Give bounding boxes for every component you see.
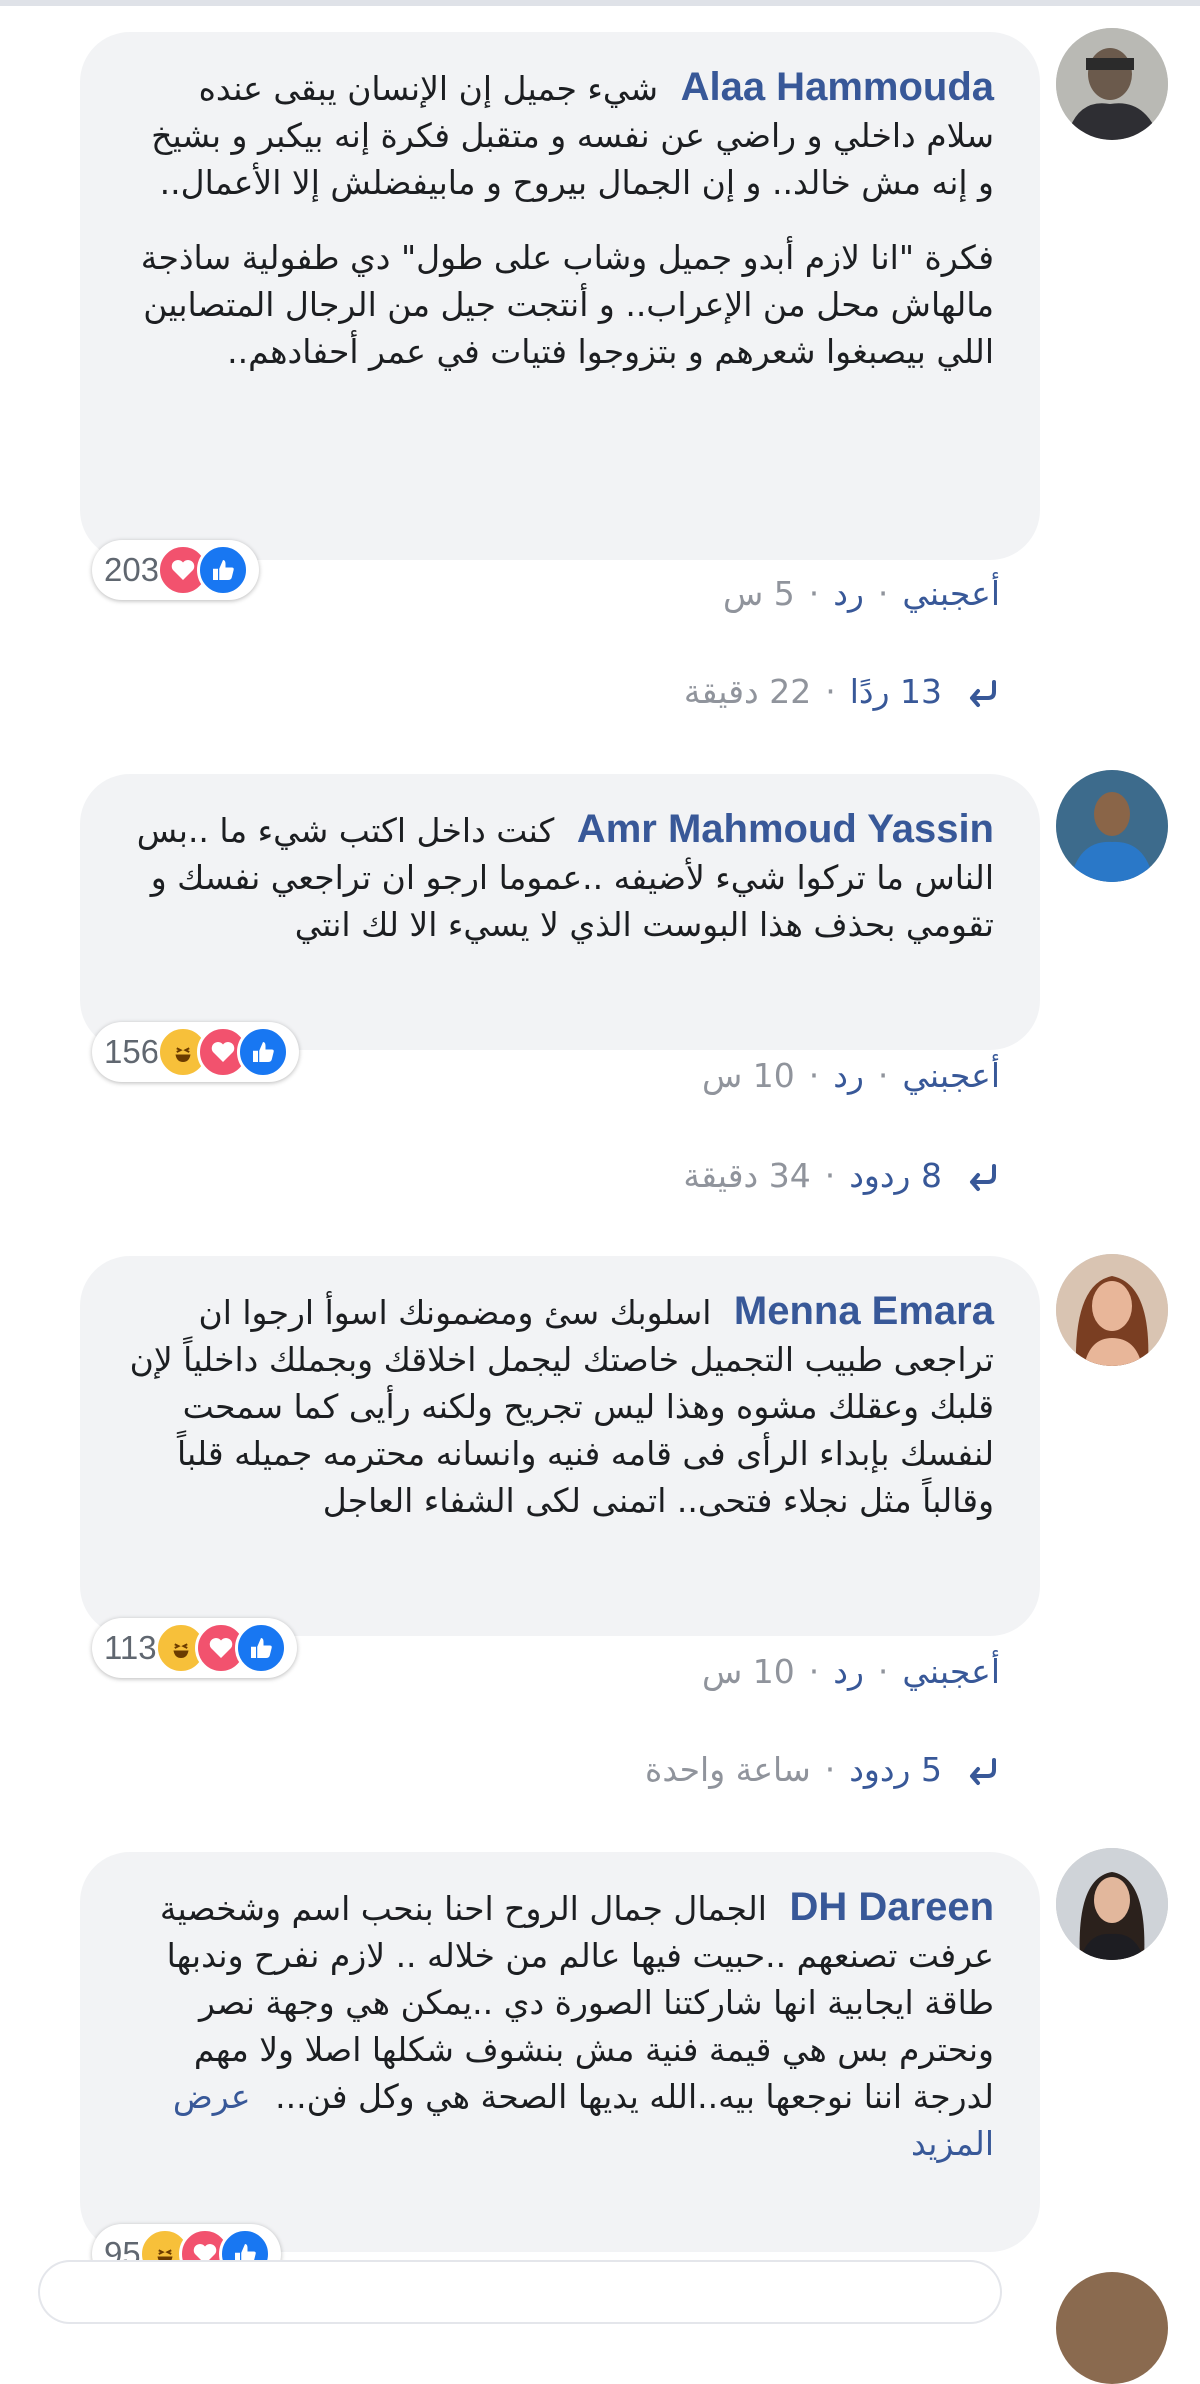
- avatar[interactable]: [1056, 1254, 1168, 1366]
- replies-count[interactable]: 5 ردود: [849, 1750, 942, 1789]
- reaction-count: 156: [104, 1033, 160, 1070]
- like-link[interactable]: أعجبني: [902, 1056, 1000, 1095]
- view-replies[interactable]: 5 ردود · ساعة واحدة: [645, 1750, 1000, 1789]
- like-reaction-icon: [234, 1622, 287, 1674]
- like-link[interactable]: أعجبني: [902, 1652, 1000, 1691]
- replies-time: ساعة واحدة: [645, 1750, 811, 1789]
- comment-time[interactable]: 5 س: [723, 574, 795, 613]
- comment-bubble: Menna Emara اسلوبك سئ ومضمونك اسوأ ارجوا…: [80, 1256, 1040, 1636]
- reactions-summary[interactable]: 203: [92, 540, 260, 600]
- replies-count[interactable]: 8 ردود: [849, 1156, 942, 1195]
- avatar-photo-icon: [1056, 1254, 1168, 1366]
- avatar[interactable]: [1056, 2272, 1168, 2384]
- reply-link[interactable]: رد: [833, 1652, 864, 1691]
- like-reaction-icon: [237, 1026, 290, 1078]
- comment-author[interactable]: Alaa Hammouda: [681, 65, 994, 109]
- reply-link[interactable]: رد: [833, 1056, 864, 1095]
- reaction-count: 113: [104, 1629, 157, 1666]
- reactions-summary[interactable]: 156: [92, 1022, 300, 1082]
- top-divider: [0, 0, 1200, 6]
- reply-link[interactable]: رد: [833, 574, 864, 613]
- reaction-count: 203: [104, 551, 160, 588]
- reactions-summary[interactable]: 113: [92, 1618, 297, 1678]
- avatar[interactable]: [1056, 1848, 1168, 1960]
- comment-actions: أعجبني·رد·10 س: [701, 1056, 1000, 1095]
- comment-bubble: Alaa Hammouda شيء جميل إن الإنسان يبقى ع…: [80, 32, 1040, 560]
- comment-author[interactable]: Menna Emara: [734, 1289, 994, 1333]
- reply-arrow-icon: [970, 679, 996, 707]
- avatar-photo-icon: [1056, 770, 1168, 882]
- comment-time[interactable]: 10 س: [702, 1056, 795, 1095]
- comment-text-paragraph-2: فكرة "انا لازم أبدو جميل وشاب على طول" د…: [140, 238, 994, 371]
- avatar[interactable]: [1056, 28, 1168, 140]
- comment-author[interactable]: DH Dareen: [789, 1885, 994, 1929]
- replies-time: 22 دقيقة: [683, 672, 812, 711]
- view-replies[interactable]: 8 ردود · 34 دقيقة: [683, 1156, 1000, 1195]
- replies-count[interactable]: 13 ردًا: [850, 672, 942, 711]
- avatar-photo-icon: [1056, 28, 1168, 140]
- comment-time[interactable]: 10 س: [702, 1652, 795, 1691]
- comment-actions: أعجبني·رد·5 س: [722, 574, 1000, 613]
- replies-time: 34 دقيقة: [683, 1156, 811, 1195]
- next-comment-bubble: [40, 2262, 1000, 2322]
- comment-bubble: DH Dareen الجمال جمال الروح احنا بنحب اس…: [80, 1852, 1040, 2252]
- comment-bubble: Amr Mahmoud Yassin كنت داخل اكتب شيء ما …: [80, 774, 1040, 1050]
- like-link[interactable]: أعجبني: [902, 574, 1000, 613]
- comment-actions: أعجبني·رد·10 س: [701, 1652, 1000, 1691]
- avatar[interactable]: [1056, 770, 1168, 882]
- avatar-photo-icon: [1056, 1848, 1168, 1960]
- reply-arrow-icon: [970, 1757, 996, 1785]
- like-reaction-icon: [197, 544, 250, 596]
- view-replies[interactable]: 13 ردًا · 22 دقيقة: [684, 672, 1000, 711]
- reply-arrow-icon: [970, 1163, 996, 1191]
- comment-author[interactable]: Amr Mahmoud Yassin: [577, 807, 994, 851]
